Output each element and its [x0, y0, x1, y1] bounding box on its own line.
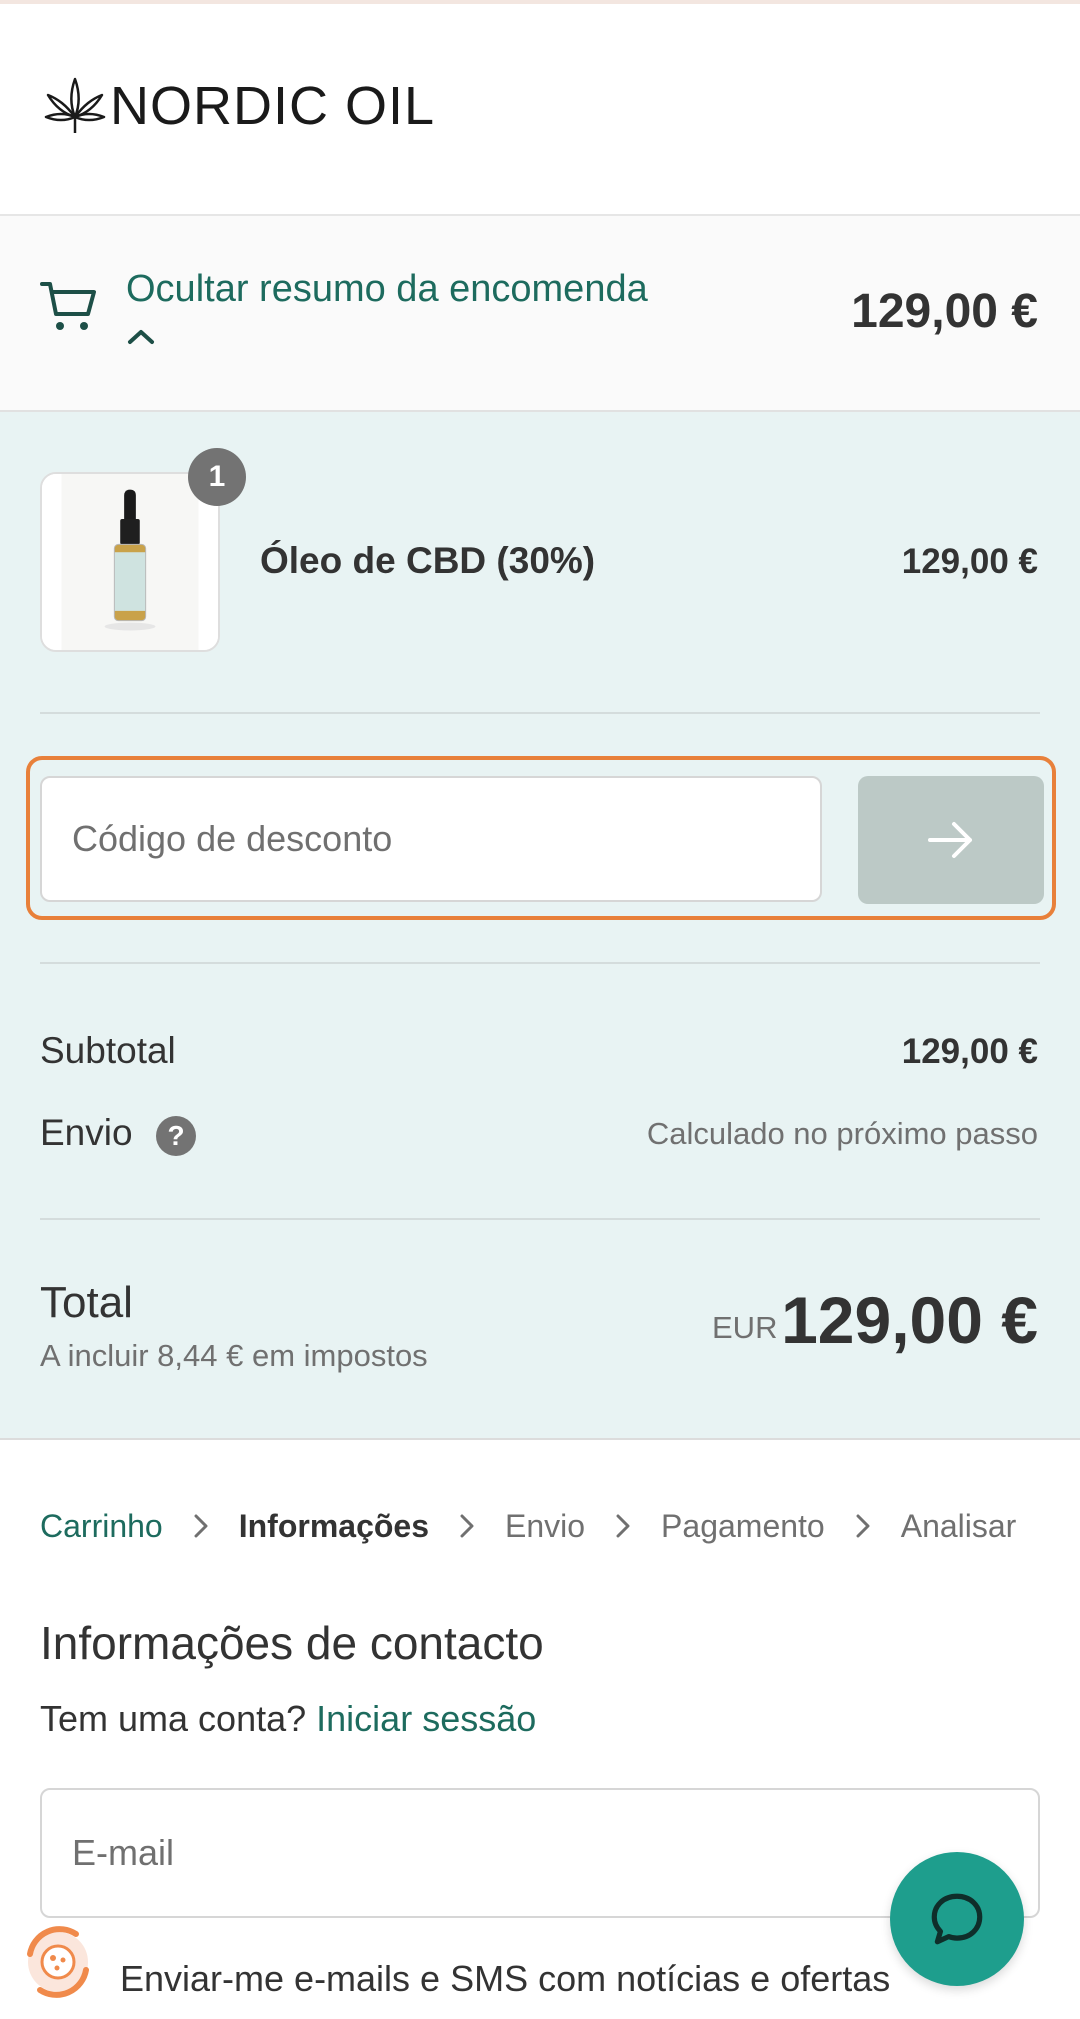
- summary-total: 129,00 €: [851, 285, 1038, 338]
- shipping-value: Calculado no próximo passo: [646, 1116, 1038, 1151]
- rewards-widget-icon[interactable]: [16, 1920, 100, 2004]
- leaf-logo-icon: [44, 77, 106, 133]
- chevron-right-icon: [856, 1514, 870, 1538]
- divider: [40, 1218, 1040, 1220]
- apply-discount-button[interactable]: [858, 776, 1044, 904]
- discount-code-input[interactable]: [40, 776, 822, 902]
- chevron-right-icon: [194, 1514, 208, 1538]
- newsletter-opt-in-label[interactable]: Enviar-me e-mails e SMS com notícias e o…: [120, 1958, 890, 2000]
- subtotal-value: 129,00 €: [901, 1032, 1038, 1071]
- product-price: 129,00 €: [901, 542, 1038, 581]
- account-prompt: Tem uma conta? Iniciar sessão: [40, 1698, 536, 1740]
- currency-code: EUR: [712, 1310, 778, 1345]
- breadcrumb-cart[interactable]: Carrinho: [40, 1508, 163, 1545]
- grand-total: 129,00 €: [781, 1283, 1038, 1357]
- chevron-right-icon: [616, 1514, 630, 1538]
- chevron-right-icon: [460, 1514, 474, 1538]
- divider: [40, 712, 1040, 714]
- product-image: [40, 472, 220, 652]
- breadcrumb: Carrinho Informações Envio Pagamento Ana…: [40, 1506, 1016, 1546]
- chat-bubble-icon: [931, 1893, 983, 1945]
- question-icon[interactable]: ?: [156, 1116, 196, 1156]
- chat-button[interactable]: [890, 1852, 1024, 1986]
- breadcrumb-shipping: Envio: [505, 1507, 586, 1544]
- total-label: Total: [40, 1278, 133, 1327]
- discount-code-form: [26, 756, 1056, 920]
- contact-section-title: Informações de contacto: [40, 1617, 544, 1669]
- quantity-badge: 1: [188, 448, 246, 506]
- cbd-bottle-image: [42, 474, 218, 650]
- order-summary: 1 Óleo de CBD (30%) 129,00 € Subtotal 12…: [0, 412, 1080, 1440]
- brand-name: NORDIC OIL: [110, 76, 436, 136]
- order-summary-toggle[interactable]: Ocultar resumo da encomenda 129,00 €: [0, 216, 1080, 412]
- login-link[interactable]: Iniciar sessão: [316, 1698, 536, 1739]
- arrow-right-icon: [928, 822, 972, 858]
- divider: [40, 962, 1040, 964]
- chevron-up-icon: [128, 330, 154, 344]
- product-name: Óleo de CBD (30%): [260, 540, 596, 581]
- account-prompt-text: Tem uma conta?: [40, 1698, 307, 1739]
- brand-logo[interactable]: NORDIC OIL: [40, 66, 435, 146]
- breadcrumb-payment: Pagamento: [661, 1507, 825, 1544]
- email-field[interactable]: [40, 1788, 1040, 1918]
- subtotal-label: Subtotal: [40, 1030, 176, 1071]
- checkout-header: NORDIC OIL: [0, 4, 1080, 216]
- tax-note: A incluir 8,44 € em impostos: [40, 1338, 428, 1373]
- breadcrumb-information: Informações: [238, 1507, 429, 1544]
- breadcrumb-review: Analisar: [900, 1507, 1017, 1544]
- toggle-summary-label[interactable]: Ocultar resumo da encomenda: [126, 268, 648, 311]
- cart-icon: [40, 282, 96, 330]
- shipping-label: Envio: [40, 1112, 133, 1153]
